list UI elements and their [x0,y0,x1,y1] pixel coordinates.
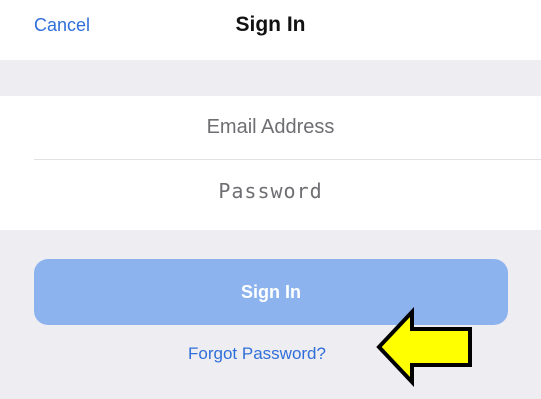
page-title: Sign In [235,13,306,36]
email-field[interactable] [34,96,541,158]
sign-in-form [0,96,541,230]
password-field[interactable] [34,160,541,222]
navigation-bar: Cancel Sign In [0,0,541,60]
left-arrow-icon [376,307,472,387]
